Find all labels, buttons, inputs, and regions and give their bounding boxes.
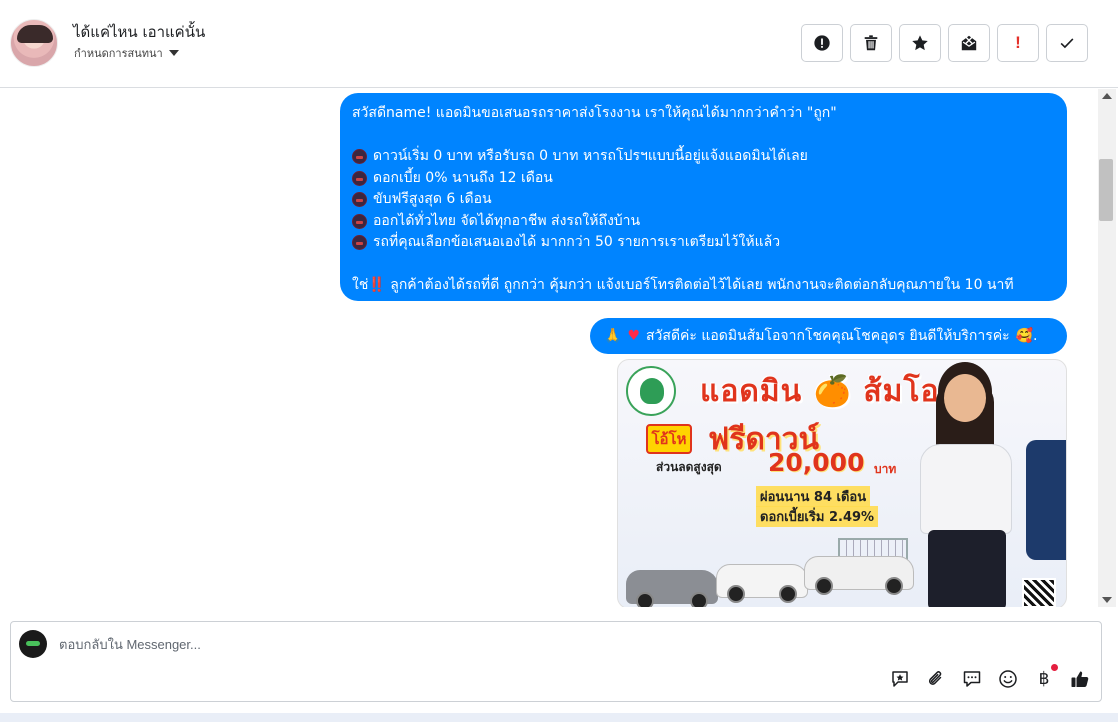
star-icon bbox=[912, 35, 928, 51]
car-emoji-icon bbox=[352, 213, 367, 229]
scrollbar-thumb[interactable] bbox=[1099, 159, 1113, 221]
saved-reply-button[interactable] bbox=[889, 668, 911, 690]
qr-code bbox=[1022, 578, 1056, 607]
car-seat-graphic bbox=[1026, 440, 1066, 560]
alert-circle-icon bbox=[814, 35, 830, 51]
heart-emoji-icon: ♥ bbox=[627, 328, 640, 344]
envelope-x-icon bbox=[961, 35, 977, 51]
message-bullet: ดาวน์เริ่ม 0 บาท หรือรับรถ 0 บาท หารถโปร… bbox=[352, 146, 1055, 168]
notification-dot bbox=[1051, 664, 1058, 671]
star-button[interactable] bbox=[899, 24, 941, 62]
assign-conversation-label: กำหนดการสนทนา bbox=[74, 47, 163, 60]
pickup-truck-graphic bbox=[804, 556, 914, 595]
exclamation-icon: ! bbox=[1015, 33, 1021, 52]
promo-badge: โอ้โห bbox=[646, 424, 692, 454]
saved-reply-icon bbox=[892, 671, 908, 687]
composer-toolbar: ฿ bbox=[889, 664, 1091, 690]
bullet-text: ขับฟรีสูงสุด 6 เดือน bbox=[373, 191, 492, 207]
message-bubble-greeting[interactable]: 🙏 ♥ สวัสดีค่ะ แอดมินส้มโอจากโชคคุณโชคอุด… bbox=[590, 318, 1067, 354]
bullet-text: ออกได้ทั่วไทย จัดได้ทุกอาชีพ ส่งรถให้ถึง… bbox=[373, 212, 641, 229]
car-emoji-icon bbox=[352, 192, 367, 208]
car-emoji-icon bbox=[352, 235, 367, 251]
promo-image[interactable]: แอดมิน 🍊 ส้มโอ โอ้โห ฟรีดาวน์ ส่วนลดสูงส… bbox=[617, 359, 1067, 607]
attach-button[interactable] bbox=[925, 668, 947, 690]
scroll-down-arrow-icon[interactable] bbox=[1102, 597, 1112, 603]
message-closing: ใช่‼️ ลูกค้าต้องได้รถที่ดี ถูกกว่า คุ้มก… bbox=[352, 275, 1055, 297]
admin-photo bbox=[906, 374, 1026, 607]
contact-avatar[interactable] bbox=[10, 19, 58, 67]
closing-text: ลูกค้าต้องได้รถที่ดี ถูกกว่า คุ้มกว่า แจ… bbox=[390, 277, 1014, 293]
header-actions: ! bbox=[801, 24, 1088, 62]
promo-discount-label: ส่วนลดสูงสุด bbox=[656, 460, 722, 474]
reply-input[interactable] bbox=[59, 632, 1059, 656]
bullet-text: ดอกเบี้ย 0% นานถึง 12 เดือน bbox=[373, 169, 553, 186]
message-bullet: ออกได้ทั่วไทย จัดได้ทุกอาชีพ ส่งรถให้ถึง… bbox=[352, 211, 1055, 233]
thread-scrollbar[interactable] bbox=[1098, 89, 1116, 607]
promo-installment: ผ่อนนาน 84 เดือน bbox=[756, 486, 871, 507]
page-avatar bbox=[19, 630, 47, 658]
contact-name[interactable]: ได้แค่ไหน เอาแค่นั้น bbox=[73, 20, 205, 44]
delete-button[interactable] bbox=[850, 24, 892, 62]
report-button[interactable] bbox=[801, 24, 843, 62]
trash-icon bbox=[864, 35, 878, 51]
payment-button[interactable]: ฿ bbox=[1033, 664, 1058, 690]
promo-interest: ดอกเบี้ยเริ่ม 2.49% bbox=[756, 506, 879, 527]
assign-conversation-dropdown[interactable]: กำหนดการสนทนา bbox=[74, 44, 179, 62]
attachment-icon bbox=[928, 671, 942, 685]
double-exclamation-icon: ‼️ bbox=[368, 277, 386, 293]
conversation-header: ได้แค่ไหน เอาแค่นั้น กำหนดการสนทนา ! bbox=[0, 0, 1118, 88]
messenger-inbox-app: ได้แค่ไหน เอาแค่นั้น กำหนดการสนทนา ! สวั… bbox=[0, 0, 1118, 722]
emoji-icon bbox=[999, 670, 1017, 688]
message-greeting: สวัสดีname! แอดมินขอเสนอรถราคาส่งโรงงาน … bbox=[352, 105, 837, 121]
mark-unread-button[interactable] bbox=[948, 24, 990, 62]
closing-prefix: ใช่ bbox=[352, 277, 369, 293]
reply-composer: ฿ bbox=[10, 621, 1102, 702]
baht-payment-icon: ฿ bbox=[1038, 669, 1050, 689]
greeting-text: สวัสดีค่ะ แอดมินส้มโอจากโชคคุณโชคอุดร ยิ… bbox=[646, 328, 1010, 344]
car-graphic bbox=[626, 570, 718, 607]
dealer-logo bbox=[626, 366, 676, 416]
promo-discount-unit: บาท bbox=[874, 462, 897, 476]
promo-title: แอดมิน 🍊 ส้มโอ bbox=[700, 374, 940, 409]
promo-discount-amount: 20,000 bbox=[768, 448, 865, 477]
bullet-text: รถที่คุณเลือกข้อเสนอเองได้ มากกว่า 50 รา… bbox=[373, 234, 781, 250]
pray-emoji-icon: 🙏 bbox=[604, 328, 622, 344]
thumbs-up-icon bbox=[1071, 671, 1089, 687]
emoji-button[interactable] bbox=[997, 668, 1019, 690]
like-button[interactable] bbox=[1069, 668, 1091, 690]
smiling-hearts-emoji-icon: 🥰. bbox=[1015, 328, 1038, 344]
message-thread[interactable]: สวัสดีname! แอดมินขอเสนอรถราคาส่งโรงงาน … bbox=[0, 89, 1098, 607]
message-bullet: รถที่คุณเลือกข้อเสนอเองได้ มากกว่า 50 รา… bbox=[352, 232, 1055, 254]
bullet-text: ดาวน์เริ่ม 0 บาท หรือรับรถ 0 บาท หารถโปร… bbox=[373, 148, 808, 164]
check-icon bbox=[1060, 38, 1074, 49]
chat-button[interactable] bbox=[961, 668, 983, 690]
message-bullet: ขับฟรีสูงสุด 6 เดือน bbox=[352, 189, 1055, 211]
important-button[interactable]: ! bbox=[997, 24, 1039, 62]
car-emoji-icon bbox=[352, 170, 367, 186]
bottom-strip bbox=[0, 713, 1118, 722]
message-bubble-promo-text[interactable]: สวัสดีname! แอดมินขอเสนอรถราคาส่งโรงงาน … bbox=[340, 93, 1067, 301]
car-graphic bbox=[716, 564, 808, 603]
message-bullet: ดอกเบี้ย 0% นานถึง 12 เดือน bbox=[352, 168, 1055, 190]
chat-bubble-icon bbox=[963, 671, 981, 687]
caret-down-icon bbox=[168, 50, 179, 56]
car-emoji-icon bbox=[352, 149, 367, 165]
scroll-up-arrow-icon[interactable] bbox=[1102, 93, 1112, 99]
done-button[interactable] bbox=[1046, 24, 1088, 62]
